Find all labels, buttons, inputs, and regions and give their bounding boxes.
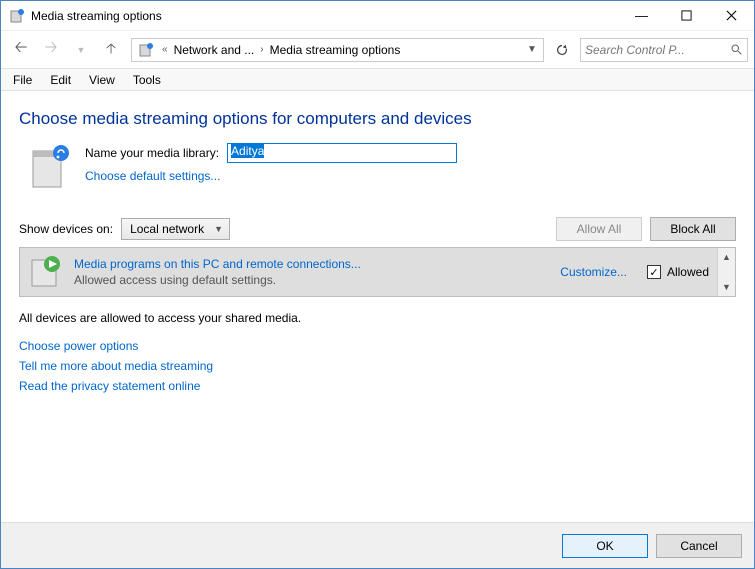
forward-button[interactable]: 🡢 — [37, 36, 65, 64]
status-text: All devices are allowed to access your s… — [19, 311, 736, 325]
library-label: Name your media library: — [85, 146, 219, 160]
refresh-button[interactable] — [550, 38, 574, 62]
bottom-links: Choose power options Tell me more about … — [19, 339, 736, 393]
device-scrollbar[interactable]: ▲ ▼ — [717, 248, 735, 296]
device-subtitle: Allowed access using default settings. — [74, 273, 550, 287]
maximize-button[interactable] — [664, 1, 709, 30]
block-all-button[interactable]: Block All — [650, 217, 736, 241]
address-bar[interactable]: « Network and ... › Media streaming opti… — [131, 38, 544, 62]
power-options-link[interactable]: Choose power options — [19, 339, 736, 353]
device-title-link[interactable]: Media programs on this PC and remote con… — [74, 257, 550, 271]
window-title: Media streaming options — [31, 9, 619, 23]
library-name-input[interactable]: Aditya — [227, 143, 457, 163]
scroll-down-button[interactable]: ▼ — [718, 278, 735, 296]
menu-edit[interactable]: Edit — [42, 71, 79, 89]
address-dropdown[interactable]: ▼ — [523, 44, 541, 55]
device-filter-row: Show devices on: Local network ▼ Allow A… — [19, 217, 736, 241]
scope-selected: Local network — [130, 222, 204, 236]
chevron-right-icon: › — [256, 44, 267, 55]
device-row[interactable]: Media programs on this PC and remote con… — [20, 248, 717, 296]
device-text: Media programs on this PC and remote con… — [74, 257, 550, 287]
menu-view[interactable]: View — [81, 71, 123, 89]
scope-dropdown[interactable]: Local network ▼ — [121, 218, 230, 240]
titlebar: Media streaming options ― — [1, 1, 754, 31]
library-section: Name your media library: Aditya Choose d… — [19, 143, 736, 191]
menu-file[interactable]: File — [5, 71, 40, 89]
cancel-button[interactable]: Cancel — [656, 534, 742, 558]
control-panel-icon — [138, 42, 154, 58]
choose-default-settings-link[interactable]: Choose default settings... — [85, 169, 457, 183]
customize-link[interactable]: Customize... — [560, 265, 627, 279]
back-button[interactable]: 🡠 — [7, 36, 35, 64]
allowed-checkbox[interactable]: ✓ — [647, 265, 661, 279]
more-info-link[interactable]: Tell me more about media streaming — [19, 359, 736, 373]
menubar: File Edit View Tools — [1, 69, 754, 91]
app-icon — [9, 8, 25, 24]
up-button[interactable]: 🡡 — [97, 36, 125, 64]
device-list: Media programs on this PC and remote con… — [19, 247, 736, 297]
chevron-down-icon: ▼ — [214, 224, 223, 234]
breadcrumb-seg1[interactable]: Network and ... — [172, 43, 257, 57]
media-library-icon — [29, 143, 73, 191]
scroll-up-button[interactable]: ▲ — [718, 248, 735, 266]
allowed-label: Allowed — [667, 265, 709, 279]
page-title: Choose media streaming options for compu… — [19, 109, 736, 129]
minimize-button[interactable]: ― — [619, 1, 664, 30]
privacy-link[interactable]: Read the privacy statement online — [19, 379, 736, 393]
search-input[interactable]: Search Control P... — [580, 38, 748, 62]
breadcrumb-seg2[interactable]: Media streaming options — [268, 43, 403, 57]
close-button[interactable] — [709, 1, 754, 30]
navbar: 🡠 🡢 ▼ 🡡 « Network and ... › Media stream… — [1, 31, 754, 69]
chevron-left-icon: « — [158, 44, 172, 55]
ok-button[interactable]: OK — [562, 534, 648, 558]
allowed-checkbox-row: ✓ Allowed — [647, 265, 709, 279]
allow-all-button[interactable]: Allow All — [556, 217, 642, 241]
show-devices-label: Show devices on: — [19, 222, 113, 236]
menu-tools[interactable]: Tools — [125, 71, 169, 89]
window-root: Media streaming options ― 🡠 🡢 ▼ 🡡 « Netw… — [0, 0, 755, 569]
device-icon — [28, 254, 64, 290]
content-area: Choose media streaming options for compu… — [1, 91, 754, 522]
footer: OK Cancel — [1, 522, 754, 568]
search-icon — [730, 43, 743, 56]
library-name-value: Aditya — [231, 144, 264, 158]
recent-dropdown[interactable]: ▼ — [67, 36, 95, 64]
search-placeholder: Search Control P... — [585, 43, 685, 57]
